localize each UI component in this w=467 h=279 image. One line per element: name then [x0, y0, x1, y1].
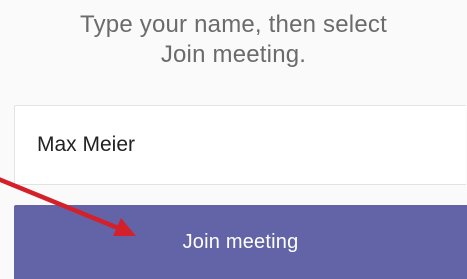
join-meeting-button[interactable]: Join meeting [14, 205, 467, 279]
name-input[interactable] [14, 105, 466, 185]
instructions-line-1: Type your name, then select [80, 11, 387, 38]
instructions-line-2: Join meeting. [160, 41, 307, 68]
instructions-text: Type your name, then select Join meeting… [0, 10, 467, 70]
join-meeting-screen: Type your name, then select Join meeting… [0, 0, 467, 279]
